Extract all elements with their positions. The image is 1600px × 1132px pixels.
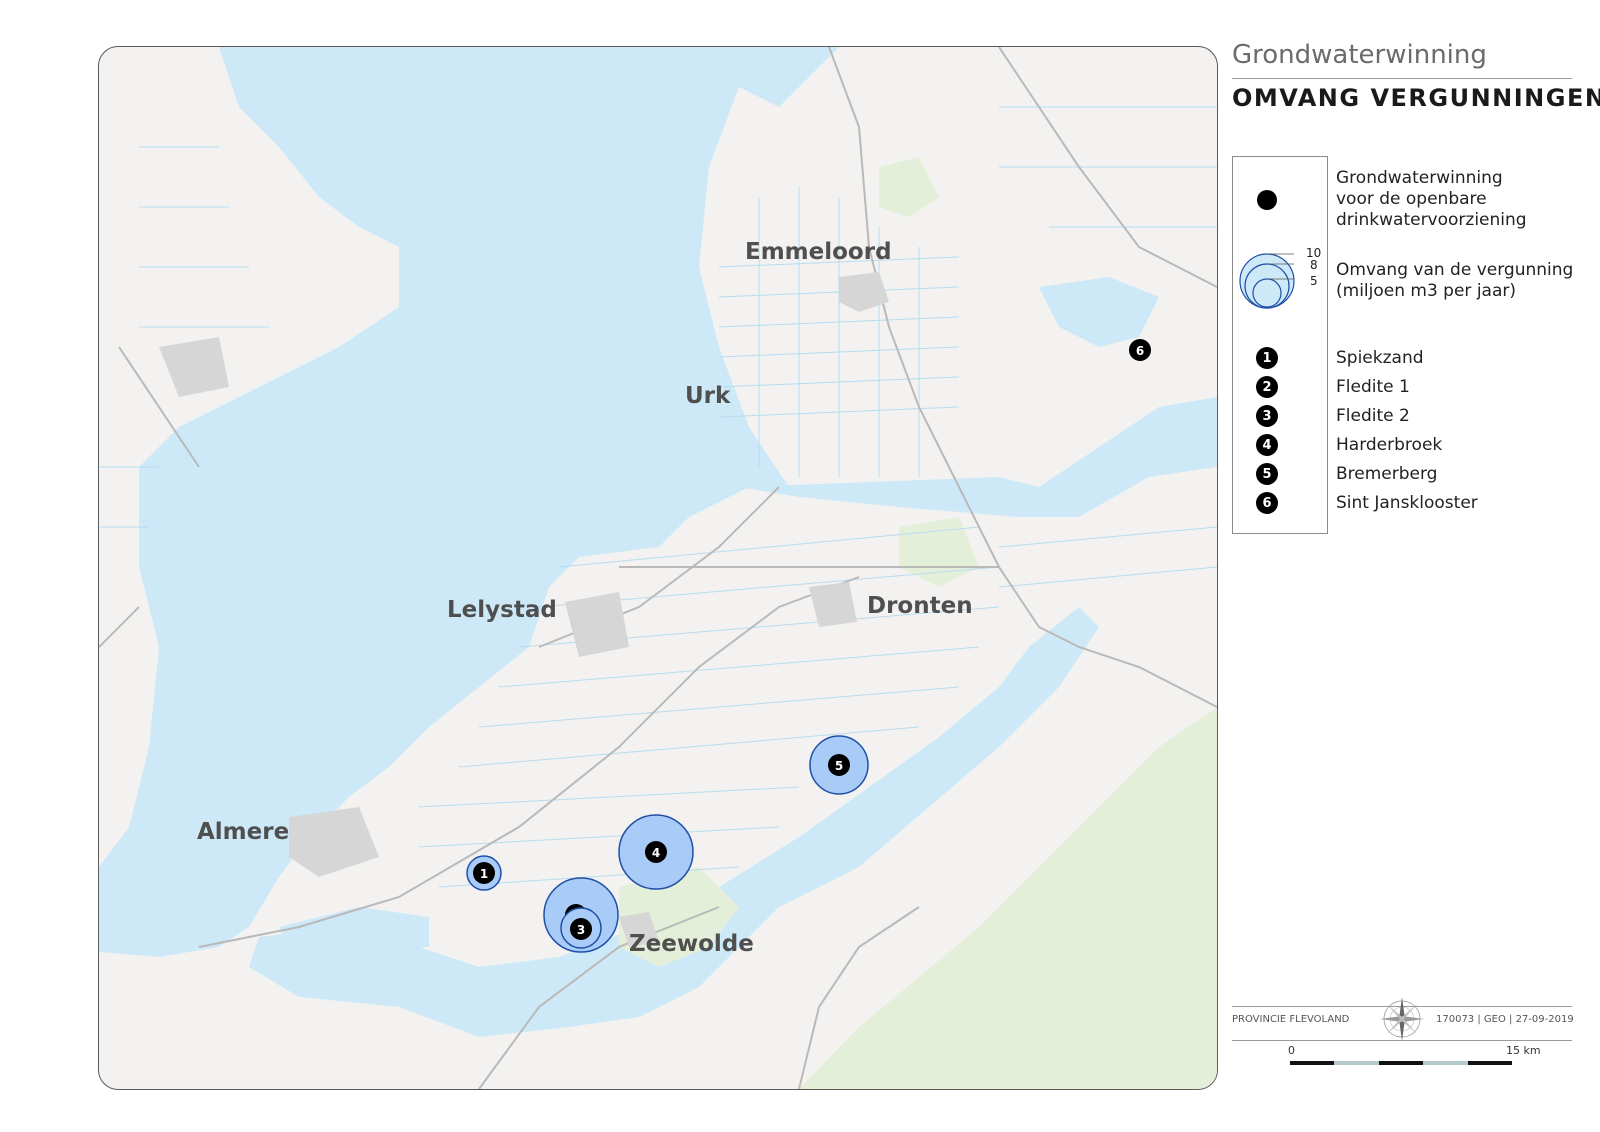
- forest-revebos: [899, 517, 979, 587]
- legend-item-sint-jansklooster: Sint Jansklooster: [1336, 493, 1478, 513]
- organization-name: PROVINCIE FLEVOLAND: [1232, 1014, 1350, 1025]
- footer-divider-bottom: [1232, 1040, 1572, 1041]
- city-label-dronten: Dronten: [867, 593, 973, 619]
- lake-veluwemeer-west: [279, 907, 429, 952]
- permit-marker-5[interactable]: 5: [809, 735, 869, 795]
- legend-symbol-box: [1232, 156, 1328, 534]
- urban-lelystad-noordholland: [159, 337, 229, 397]
- city-label-urk: Urk: [685, 383, 731, 409]
- legend-badge-3: 3: [1256, 405, 1278, 427]
- legend-item-fledite-2: Fledite 2: [1336, 406, 1410, 426]
- legend-badge-6: 6: [1256, 492, 1278, 514]
- map-subtitle: OMVANG VERGUNNINGEN: [1232, 84, 1600, 112]
- permit-marker-3[interactable]: 3: [560, 907, 602, 949]
- permit-badge-text-5: 5: [835, 759, 843, 773]
- legend-size-symbol: [1239, 253, 1295, 309]
- title-divider: [1232, 78, 1572, 79]
- permit-badge-text-6: 6: [1136, 344, 1144, 358]
- lake-ketelmeer: [1039, 277, 1159, 347]
- city-label-lelystad: Lelystad: [447, 597, 557, 623]
- permit-marker-1[interactable]: 1: [466, 855, 502, 891]
- urban-dronten: [809, 582, 857, 627]
- urban-lelystad: [565, 592, 629, 657]
- legend-badge-5: 5: [1256, 463, 1278, 485]
- scale-label-start: 0: [1288, 1044, 1295, 1057]
- forest-kuinderbos: [879, 157, 939, 217]
- permit-marker-6[interactable]: 6: [1129, 339, 1151, 361]
- legend-item-bremerberg: Bremerberg: [1336, 464, 1438, 484]
- legend-badge-4: 4: [1256, 434, 1278, 456]
- ditches-noordoostpolder-vertical: [758, 187, 920, 477]
- document-code: 170073 | GEO | 27-09-2019: [1436, 1014, 1574, 1025]
- legend-size-value-8: 8: [1310, 258, 1318, 272]
- legend-item-fledite-1: Fledite 1: [1336, 377, 1410, 397]
- scale-bar: [1290, 1061, 1513, 1065]
- city-label-emmeloord: Emmeloord: [745, 239, 892, 265]
- permit-badge-text-4: 4: [652, 846, 660, 860]
- permit-badge-text-1: 1: [480, 867, 488, 881]
- map-title: Grondwaterwinning: [1232, 40, 1487, 70]
- urban-almere: [289, 807, 379, 877]
- scale-label-end: 15 km: [1506, 1044, 1541, 1057]
- permit-marker-4[interactable]: 4: [618, 814, 694, 890]
- legend-badge-2: 2: [1256, 376, 1278, 398]
- permit-badge-text-3: 3: [577, 923, 585, 937]
- map-canvas[interactable]: 1 2 3 4 5: [98, 46, 1218, 1090]
- legend-item-harderbroek: Harderbroek: [1336, 435, 1443, 455]
- city-label-almere: Almere: [197, 819, 290, 845]
- lake-zwarte-meer: [739, 397, 1217, 517]
- legend-badge-1: 1: [1256, 347, 1278, 369]
- urban-emmeloord: [839, 272, 889, 312]
- legend-point-symbol: [1257, 190, 1277, 210]
- legend-size-label: Omvang van de vergunning (miljoen m3 per…: [1336, 260, 1574, 301]
- compass-rose-icon: [1380, 997, 1424, 1041]
- legend-size-circle-5: [1252, 278, 1282, 308]
- city-label-zeewolde: Zeewolde: [629, 931, 754, 957]
- legend-item-spiekzand: Spiekzand: [1336, 348, 1424, 368]
- legend-point-label: Grondwaterwinning voor de openbare drink…: [1336, 168, 1527, 230]
- legend-size-value-5: 5: [1310, 274, 1318, 288]
